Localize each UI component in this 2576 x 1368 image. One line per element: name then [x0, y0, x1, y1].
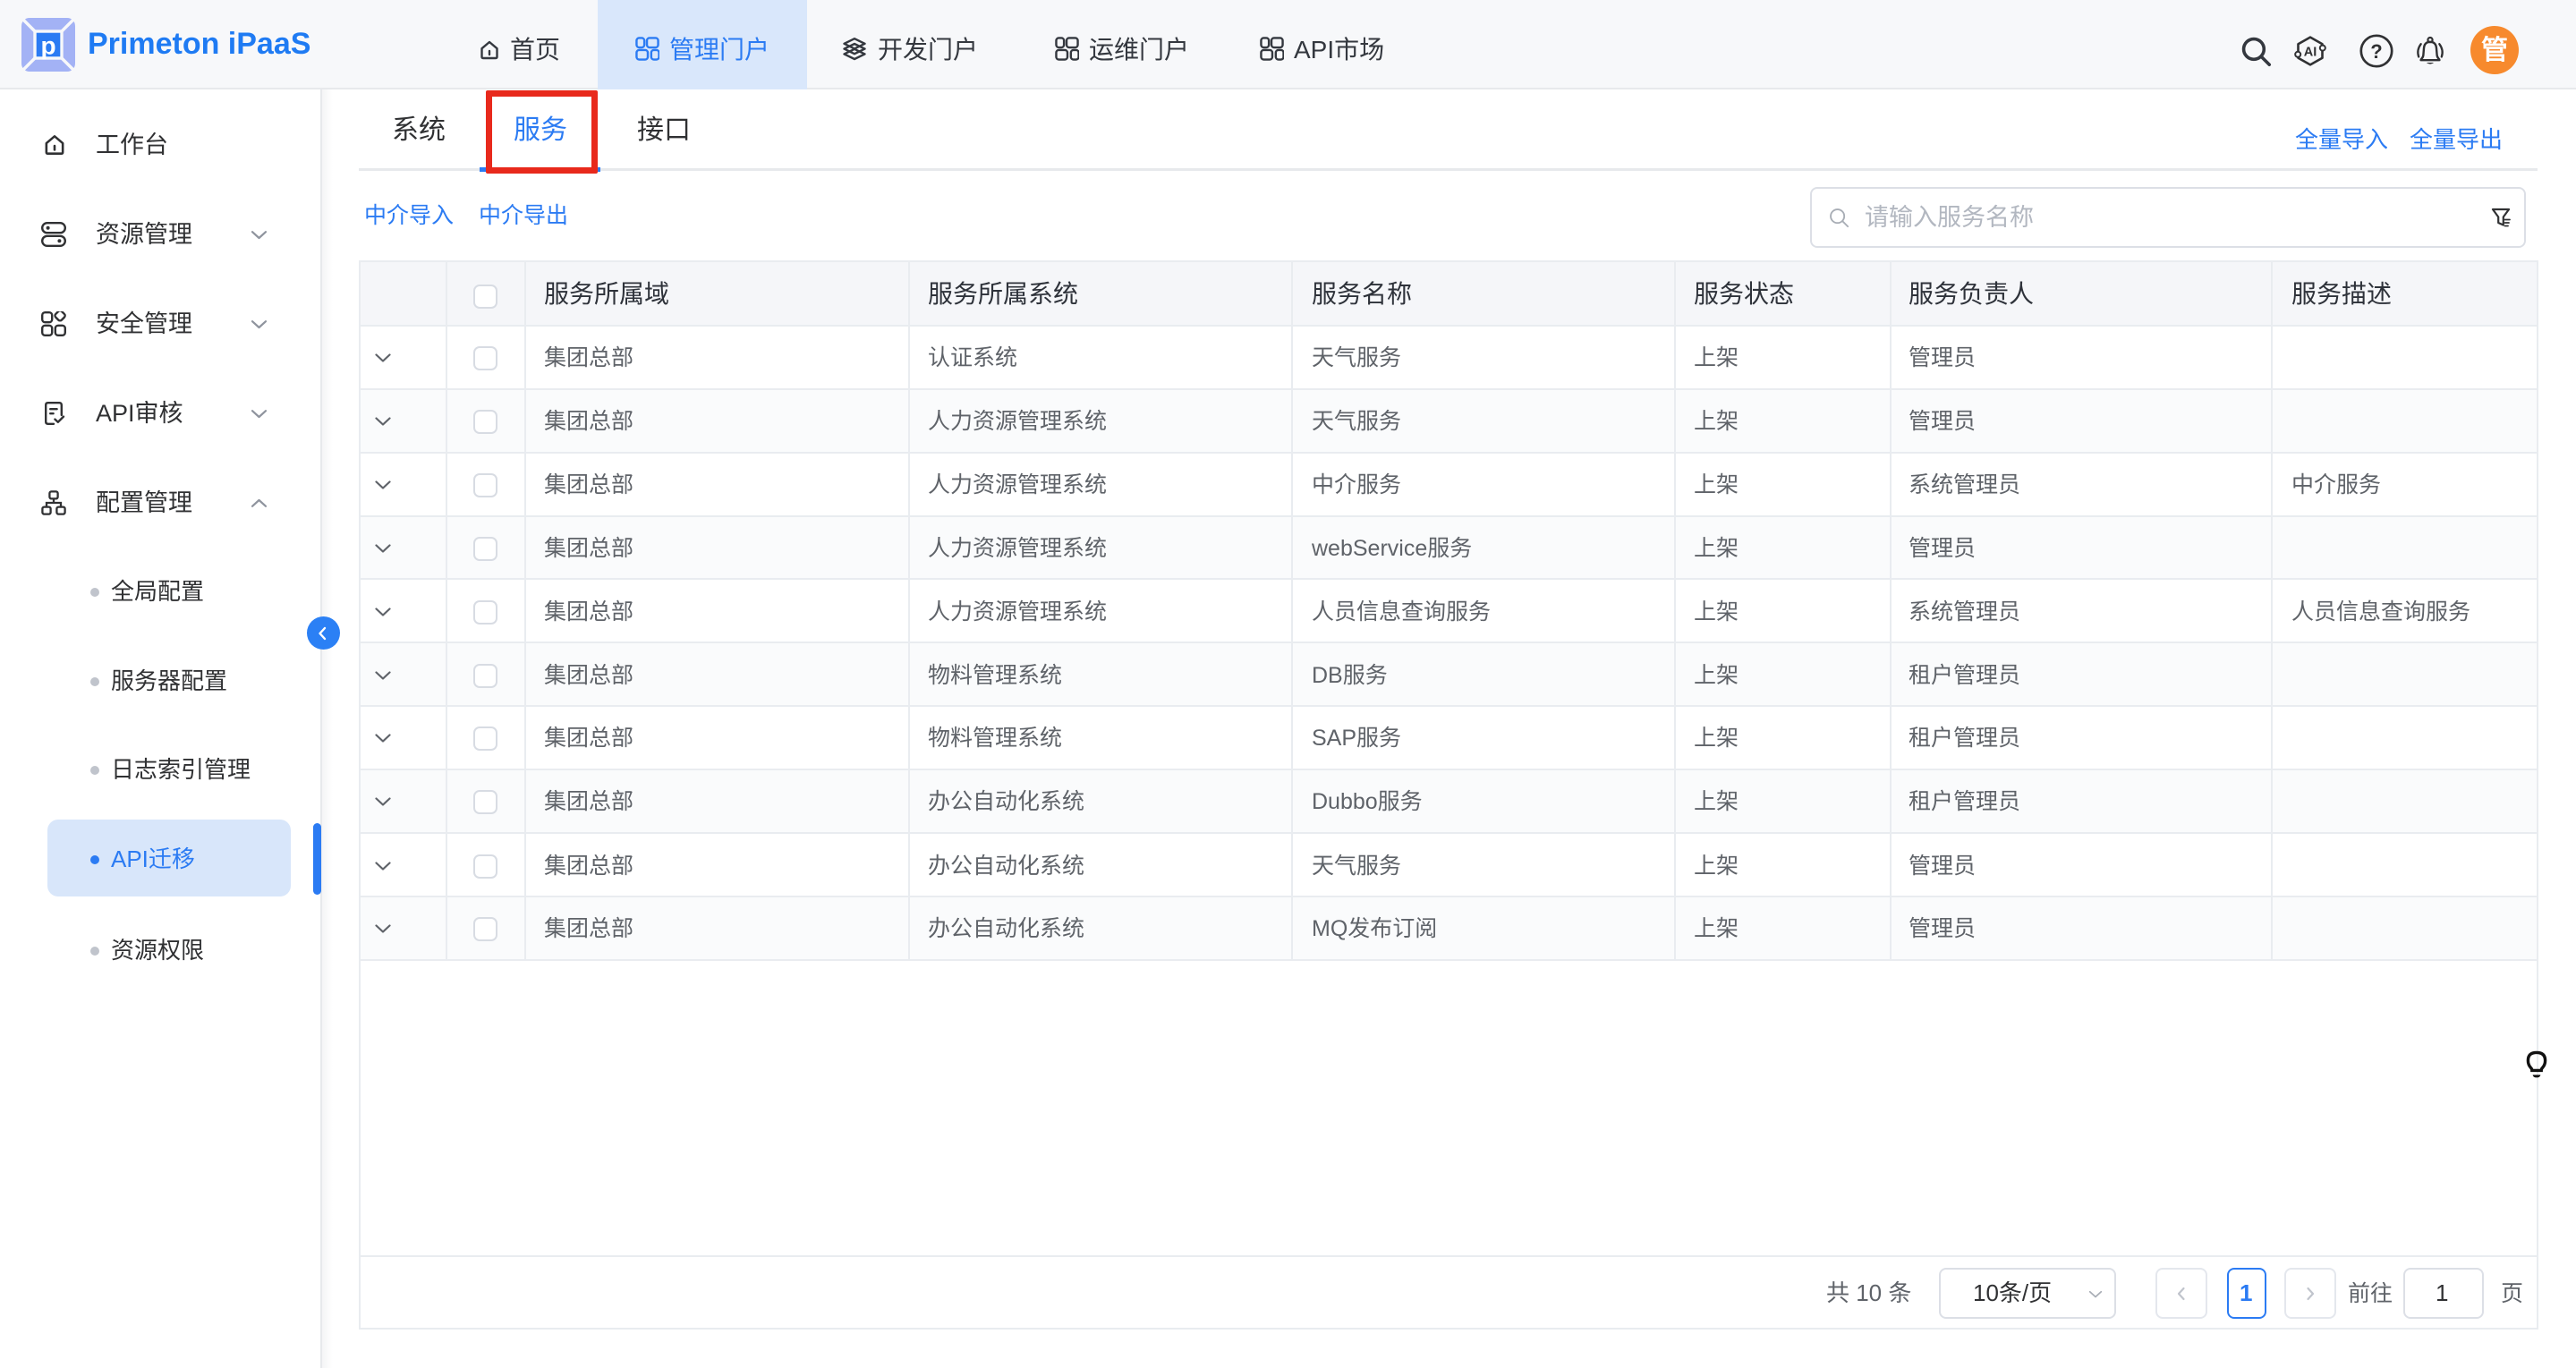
svg-text:?: ? [2370, 40, 2382, 63]
svg-text:AI: AI [2304, 46, 2317, 60]
svg-text:p: p [40, 32, 55, 60]
